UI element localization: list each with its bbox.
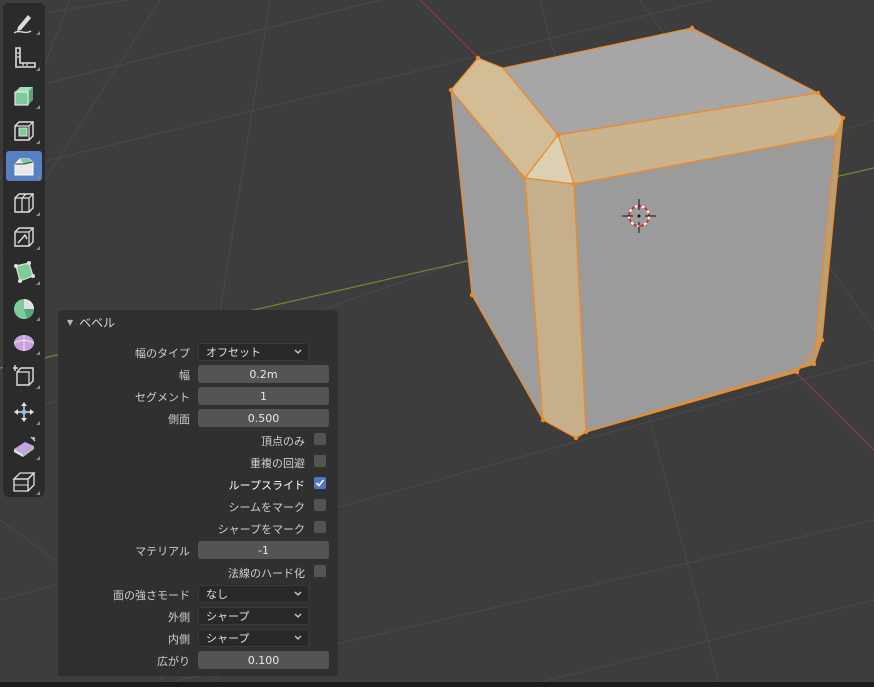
- mark-sharp-label: シャープをマーク: [217, 523, 305, 536]
- knife-icon: [14, 227, 34, 247]
- knife-tool-button[interactable]: [6, 222, 42, 252]
- miter-outer-value: シャープ: [206, 610, 250, 623]
- miter-inner-row: 内側 シャープ: [58, 628, 338, 648]
- width-type-value: オフセット: [206, 346, 261, 359]
- spread-field[interactable]: 0.100: [198, 651, 329, 669]
- miter-outer-row: 外側 シャープ: [58, 606, 338, 626]
- face-strength-dropdown[interactable]: なし: [198, 585, 309, 603]
- extrude-region-icon: [14, 87, 33, 106]
- segments-label: セグメント: [135, 391, 190, 404]
- rip-region-tool-button[interactable]: [6, 467, 42, 497]
- inset-faces-icon: [14, 121, 34, 141]
- vertex-only-row[interactable]: 頂点のみ: [58, 430, 338, 450]
- checkmark-icon: [315, 479, 325, 487]
- face-strength-value: なし: [206, 588, 228, 601]
- material-label: マテリアル: [135, 545, 190, 558]
- smooth-tool-button[interactable]: [6, 327, 42, 357]
- width-type-label: 幅のタイプ: [135, 347, 190, 360]
- width-type-row: 幅のタイプ オフセット: [58, 342, 338, 362]
- measure-tool-button[interactable]: [6, 43, 42, 73]
- measure-icon: [15, 47, 36, 68]
- annotate-icon: [13, 15, 32, 34]
- rip-region-icon: [12, 471, 36, 492]
- width-row: 幅 0.2m: [58, 364, 338, 384]
- miter-outer-label: 外側: [168, 611, 190, 624]
- spread-row: 広がり 0.100: [58, 650, 338, 670]
- bevel-icon: [14, 158, 34, 176]
- loop-cut-tool-button[interactable]: [6, 188, 42, 218]
- material-field[interactable]: -1: [198, 541, 329, 559]
- spread-label: 広がり: [157, 655, 190, 668]
- mark-seam-row[interactable]: シームをマーク: [58, 496, 338, 516]
- profile-row: 側面 0.500: [58, 408, 338, 428]
- shrink-fatten-tool-button[interactable]: [6, 397, 42, 427]
- vertex-only-label: 頂点のみ: [261, 435, 305, 448]
- loop-cut-icon: [14, 193, 34, 213]
- edge-slide-icon: [13, 365, 34, 386]
- chevron-down-icon: [294, 613, 302, 618]
- width-field[interactable]: 0.2m: [198, 365, 329, 383]
- loop-slide-checkbox[interactable]: [314, 477, 326, 489]
- mark-seam-checkbox[interactable]: [314, 499, 326, 511]
- clamp-overlap-row[interactable]: 重複の回避: [58, 452, 338, 472]
- miter-inner-label: 内側: [168, 633, 190, 646]
- collapse-arrow-icon[interactable]: ▼: [67, 318, 73, 327]
- loop-slide-label: ループスライド: [228, 479, 305, 492]
- clamp-overlap-label: 重複の回避: [250, 457, 305, 470]
- panel-title: ベベル: [79, 315, 116, 330]
- shear-tool-button[interactable]: [6, 432, 42, 462]
- harden-normals-checkbox[interactable]: [314, 565, 326, 577]
- tool-shelf: [3, 3, 45, 497]
- loop-slide-row[interactable]: ループスライド: [58, 474, 338, 494]
- shear-icon: [14, 436, 36, 457]
- clamp-overlap-checkbox[interactable]: [314, 455, 326, 467]
- shrink-fatten-icon: [14, 402, 34, 422]
- spin-icon: [14, 299, 34, 319]
- poly-build-tool-button[interactable]: [6, 257, 42, 287]
- profile-label: 側面: [168, 413, 190, 426]
- bevel-operator-panel: ▼ ベベル 幅のタイプ オフセット 幅 0.2m セグメント 1 側面 0.50…: [58, 310, 338, 676]
- material-row: マテリアル -1: [58, 540, 338, 560]
- miter-inner-dropdown[interactable]: シャープ: [198, 629, 309, 647]
- harden-normals-row[interactable]: 法線のハード化: [58, 562, 338, 582]
- width-label: 幅: [179, 369, 190, 382]
- width-type-dropdown[interactable]: オフセット: [198, 343, 309, 361]
- spin-tool-button[interactable]: [6, 293, 42, 323]
- mark-seam-label: シームをマーク: [228, 501, 305, 514]
- edge-slide-tool-button[interactable]: [6, 361, 42, 391]
- bevel-tool-button[interactable]: [6, 151, 42, 181]
- harden-normals-label: 法線のハード化: [228, 567, 305, 580]
- miter-outer-dropdown[interactable]: シャープ: [198, 607, 309, 625]
- poly-build-icon: [14, 261, 35, 283]
- profile-field[interactable]: 0.500: [198, 409, 329, 427]
- face-strength-label: 面の強さモード: [113, 589, 190, 602]
- bottom-border: [0, 682, 874, 687]
- annotate-tool-button[interactable]: [6, 7, 42, 37]
- chevron-down-icon: [294, 635, 302, 640]
- inset-tool-button[interactable]: [6, 116, 42, 146]
- segments-row: セグメント 1: [58, 386, 338, 406]
- vertex-only-checkbox[interactable]: [314, 433, 326, 445]
- panel-header[interactable]: ▼ ベベル: [58, 310, 338, 334]
- chevron-down-icon: [294, 591, 302, 596]
- smooth-icon: [13, 335, 35, 351]
- miter-inner-value: シャープ: [206, 632, 250, 645]
- mark-sharp-row[interactable]: シャープをマーク: [58, 518, 338, 538]
- chevron-down-icon: [294, 349, 302, 354]
- extrude-tool-button[interactable]: [6, 81, 42, 111]
- face-strength-row: 面の強さモード なし: [58, 584, 338, 604]
- mark-sharp-checkbox[interactable]: [314, 521, 326, 533]
- segments-field[interactable]: 1: [198, 387, 329, 405]
